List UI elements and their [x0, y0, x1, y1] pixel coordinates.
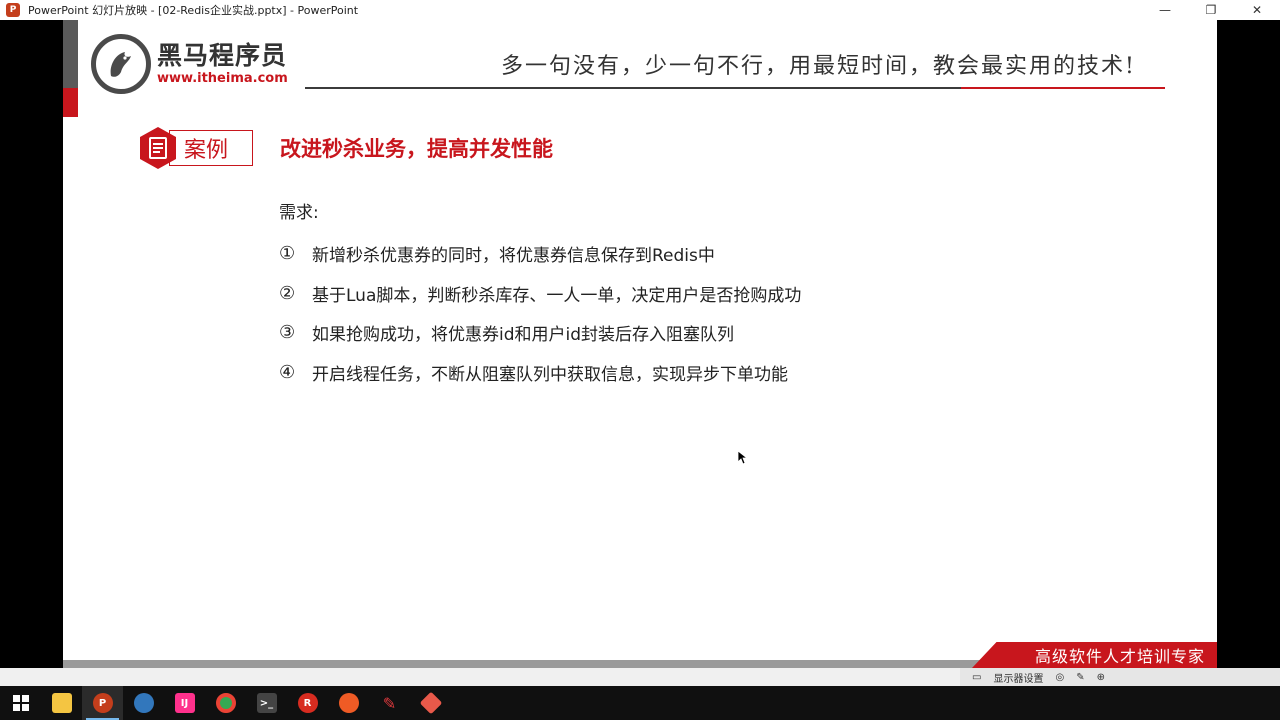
left-red-strip — [63, 88, 78, 117]
case-title: 改进秒杀业务，提高并发性能 — [280, 137, 553, 161]
zoom-icon[interactable]: ⊕ — [1097, 672, 1105, 683]
footer-tag: 高级软件人才培训专家 — [972, 642, 1217, 668]
window-titlebar: P PowerPoint 幻灯片放映 - [02-Redis企业实战.pptx]… — [0, 0, 1280, 20]
taskbar-browser[interactable] — [123, 686, 164, 720]
taskbar-pen-app[interactable]: ✎ — [369, 686, 410, 720]
app-icon — [419, 691, 442, 715]
minimize-button[interactable]: — — [1142, 0, 1188, 20]
list-item-text: 开启线程任务，不断从阻塞队列中获取信息，实现异步下单功能 — [312, 364, 788, 385]
list-item-number: ② — [279, 282, 296, 304]
taskbar-app[interactable] — [410, 686, 451, 720]
list-item-text: 基于Lua脚本，判断秒杀库存、一人一单，决定用户是否抢购成功 — [312, 285, 802, 306]
slide[interactable]: 黑马程序员 www.itheima.com 多一句没有，少一句不行，用最短时间，… — [63, 20, 1217, 668]
taskbar-redis[interactable]: R — [287, 686, 328, 720]
powerpoint-icon: P — [6, 3, 20, 17]
list-item-number: ④ — [279, 361, 296, 383]
left-gray-strip — [63, 20, 78, 88]
logo-url: www.itheima.com — [157, 71, 288, 86]
powerpoint-icon: P — [92, 693, 113, 713]
pen-icon: ✎ — [382, 693, 397, 713]
slideshow-controls: ▭ 显示器设置 ◎ ✎ ⊕ — [960, 668, 1280, 686]
list-item: ① 新增秒杀优惠券的同时，将优惠券信息保存到Redis中 — [279, 234, 801, 274]
list-item: ④ 开启线程任务，不断从阻塞队列中获取信息，实现异步下单功能 — [279, 353, 801, 393]
maximize-button[interactable]: ❐ — [1188, 0, 1234, 20]
taskbar-postman[interactable] — [328, 686, 369, 720]
slogan: 多一句没有，少一句不行，用最短时间，教会最实用的技术! — [501, 54, 1136, 79]
window-title: PowerPoint 幻灯片放映 - [02-Redis企业实战.pptx] -… — [28, 4, 359, 17]
close-button[interactable]: ✕ — [1234, 0, 1280, 20]
itheima-logo: 黑马程序员 www.itheima.com — [91, 34, 288, 94]
browser-icon — [133, 693, 154, 713]
taskbar-chrome[interactable] — [205, 686, 246, 720]
list-item-text: 如果抢购成功，将优惠券id和用户id封装后存入阻塞队列 — [312, 325, 735, 346]
list-item-number: ① — [279, 243, 296, 265]
taskbar-intellij[interactable]: IJ — [164, 686, 205, 720]
pointer-icon[interactable]: ◎ — [1055, 672, 1064, 683]
taskbar-file-explorer[interactable] — [41, 686, 82, 720]
case-label: 案例 — [169, 130, 253, 166]
horse-logo-icon — [91, 34, 151, 94]
presenter-view-label[interactable]: 显示器设置 — [993, 670, 1043, 685]
intellij-icon: IJ — [174, 693, 195, 713]
file-explorer-icon — [51, 693, 72, 713]
taskbar-powerpoint[interactable]: P — [82, 686, 123, 720]
requirements-label: 需求: — [279, 203, 319, 223]
pen-tool-icon[interactable]: ✎ — [1076, 672, 1084, 683]
taskbar-terminal[interactable]: >_ — [246, 686, 287, 720]
header-rule-red — [961, 87, 1165, 89]
monitor-icon[interactable]: ▭ — [972, 672, 981, 683]
windows-start-button[interactable] — [0, 686, 41, 720]
windows-start-icon — [12, 695, 29, 711]
slideshow-statusbar: ▭ 显示器设置 ◎ ✎ ⊕ — [0, 668, 1280, 686]
taskbar: P IJ >_ R ✎ — [0, 686, 1280, 720]
redis-icon: R — [297, 693, 318, 713]
mouse-cursor-icon — [738, 451, 748, 465]
logo-name: 黑马程序员 — [157, 41, 288, 70]
chrome-icon — [215, 693, 236, 713]
header-rule-gray — [305, 87, 961, 89]
list-item-text: 新增秒杀优惠券的同时，将优惠券信息保存到Redis中 — [312, 246, 715, 267]
postman-icon — [338, 693, 359, 713]
requirements-list: ① 新增秒杀优惠券的同时，将优惠券信息保存到Redis中 ② 基于Lua脚本，判… — [279, 234, 801, 392]
terminal-icon: >_ — [256, 693, 277, 713]
list-item-number: ③ — [279, 322, 296, 344]
list-item: ② 基于Lua脚本，判断秒杀库存、一人一单，决定用户是否抢购成功 — [279, 274, 801, 314]
list-item: ③ 如果抢购成功，将优惠券id和用户id封装后存入阻塞队列 — [279, 313, 801, 353]
